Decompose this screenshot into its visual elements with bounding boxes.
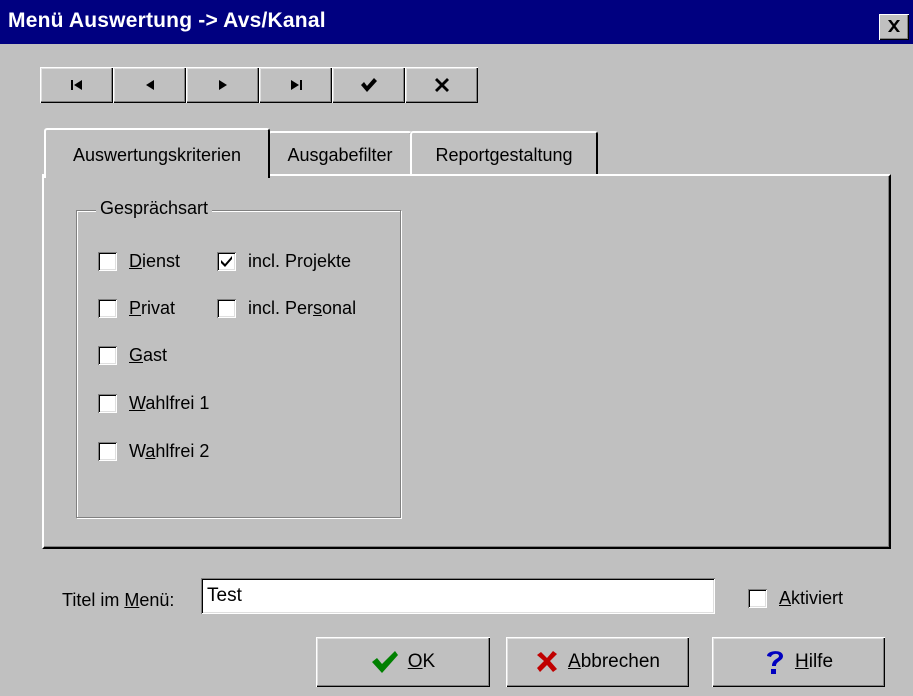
record-navigator — [40, 67, 478, 103]
checkbox-box[interactable] — [748, 589, 767, 608]
cancel-edit-button[interactable] — [405, 67, 478, 103]
close-icon — [888, 20, 900, 32]
tab-label: Reportgestaltung — [435, 144, 573, 165]
checkbox-label: Aktiviert — [779, 588, 844, 608]
prior-record-button[interactable] — [113, 67, 186, 103]
checkbox-box[interactable] — [98, 442, 117, 461]
checkbox-box[interactable] — [217, 252, 236, 271]
window-title: Menü Auswertung -> Avs/Kanal — [8, 9, 326, 32]
menu-title-label: Titel im Menü: — [62, 590, 175, 610]
checkbox-box[interactable] — [217, 299, 236, 318]
prior-record-icon — [145, 80, 154, 90]
ok-button[interactable]: OK — [316, 637, 490, 687]
checkbox-incl-projekte[interactable]: incl. Projekte — [217, 251, 351, 272]
first-record-icon — [70, 80, 82, 90]
checkbox-wahlfrei-1[interactable]: Wahlfrei 1 — [98, 393, 209, 414]
checkbox-aktiviert[interactable]: Aktiviert — [748, 588, 843, 609]
checkbox-label: incl. Projekte — [248, 251, 352, 271]
last-record-button[interactable] — [259, 67, 332, 103]
red-x-icon — [537, 651, 558, 672]
tab-label: Ausgabefilter — [287, 144, 393, 165]
tab-label: Auswertungskriterien — [72, 144, 242, 165]
checkbox-dienst[interactable]: Dienst — [98, 251, 180, 272]
close-button[interactable] — [879, 14, 909, 40]
checkbox-label: Privat — [129, 298, 176, 318]
help-label: Hilfe — [794, 651, 834, 672]
checkmark-icon — [360, 78, 377, 92]
checkbox-box[interactable] — [98, 394, 117, 413]
checkmark-icon — [371, 651, 398, 673]
cancel-button[interactable]: Abbrechen — [506, 637, 689, 687]
group-legend: Gesprächsart — [96, 198, 213, 219]
checkbox-label: incl. Personal — [248, 298, 357, 318]
checkbox-label: Dienst — [129, 251, 181, 271]
title-bar[interactable]: Menü Auswertung -> Avs/Kanal — [0, 0, 913, 44]
cancel-label: Abbrechen — [568, 651, 660, 672]
last-record-icon — [290, 80, 302, 90]
first-record-button[interactable] — [40, 67, 113, 103]
menu-title-input[interactable]: Test — [201, 578, 715, 614]
check-icon — [221, 256, 232, 267]
post-button[interactable] — [332, 67, 405, 103]
next-record-button[interactable] — [186, 67, 259, 103]
tab-reportgestaltung[interactable]: Reportgestaltung — [410, 131, 598, 175]
tab-auswertungskriterien[interactable]: Auswertungskriterien — [44, 128, 270, 178]
checkbox-label: Wahlfrei 1 — [129, 393, 210, 413]
dialog-window: Menü Auswertung -> Avs/Kanal Auswertungs… — [0, 0, 913, 696]
tab-panel: Gesprächsart Dienst incl. Projekte Priva… — [42, 174, 891, 549]
next-record-icon — [218, 80, 227, 90]
checkbox-gast[interactable]: Gast — [98, 345, 167, 366]
checkbox-box[interactable] — [98, 346, 117, 365]
ok-label: OK — [407, 651, 436, 672]
checkbox-label: Gast — [129, 345, 168, 365]
checkbox-incl-personal[interactable]: incl. Personal — [217, 298, 356, 319]
checkbox-wahlfrei-2[interactable]: Wahlfrei 2 — [98, 441, 209, 462]
checkbox-label: Wahlfrei 2 — [129, 441, 210, 461]
x-icon — [434, 78, 449, 92]
question-mark-icon — [766, 651, 783, 674]
checkbox-box[interactable] — [98, 252, 117, 271]
checkbox-box[interactable] — [98, 299, 117, 318]
help-button[interactable]: Hilfe — [712, 637, 885, 687]
tab-ausgabefilter[interactable]: Ausgabefilter — [268, 131, 412, 175]
checkbox-privat[interactable]: Privat — [98, 298, 175, 319]
